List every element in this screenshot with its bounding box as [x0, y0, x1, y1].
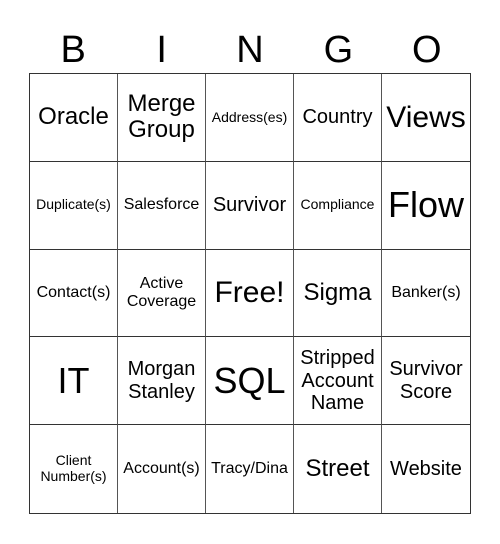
bingo-cell[interactable]: Active Coverage	[118, 249, 206, 338]
bingo-header: B I N G O	[29, 26, 471, 74]
bingo-cell[interactable]: Oracle	[30, 74, 118, 162]
bingo-cell[interactable]: Free!	[206, 249, 294, 338]
bingo-cell[interactable]: Stripped Account Name	[294, 337, 382, 426]
bingo-cell[interactable]: Survivor	[206, 161, 294, 250]
header-letter-g: G	[323, 29, 354, 71]
bingo-cell[interactable]: Website	[382, 425, 470, 513]
header-letter-i: I	[156, 29, 167, 71]
bingo-cell[interactable]: Contact(s)	[30, 249, 118, 338]
bingo-cell[interactable]: SQL	[206, 337, 294, 426]
header-letter-o: O	[412, 29, 442, 71]
bingo-cell[interactable]: Views	[382, 74, 470, 162]
bingo-cell[interactable]: Tracy/Dina	[206, 425, 294, 513]
bingo-cell[interactable]: Duplicate(s)	[30, 161, 118, 250]
header-letter-b: B	[60, 29, 86, 71]
bingo-cell[interactable]: Salesforce	[118, 161, 206, 250]
bingo-cell[interactable]: Survivor Score	[382, 337, 470, 426]
bingo-cell[interactable]: Banker(s)	[382, 250, 470, 338]
bingo-grid: Oracle Merge Group Address(es) Country Views…	[29, 73, 471, 514]
header-letter-n: N	[236, 29, 264, 71]
bingo-cell[interactable]: Client Number(s)	[30, 425, 118, 513]
bingo-cell[interactable]: Merge Group	[118, 74, 206, 162]
bingo-cell[interactable]: Morgan Stanley	[118, 337, 206, 426]
bingo-cell[interactable]: Street	[294, 425, 382, 513]
bingo-cell[interactable]: Country	[294, 74, 382, 162]
bingo-cell[interactable]: Account(s)	[118, 425, 206, 513]
bingo-cell[interactable]: Flow	[382, 162, 470, 250]
bingo-cell[interactable]: Address(es)	[206, 74, 294, 162]
bingo-cell[interactable]: IT	[30, 337, 118, 426]
bingo-cell[interactable]: Sigma	[294, 249, 382, 338]
bingo-cell[interactable]: Compliance	[294, 161, 382, 250]
